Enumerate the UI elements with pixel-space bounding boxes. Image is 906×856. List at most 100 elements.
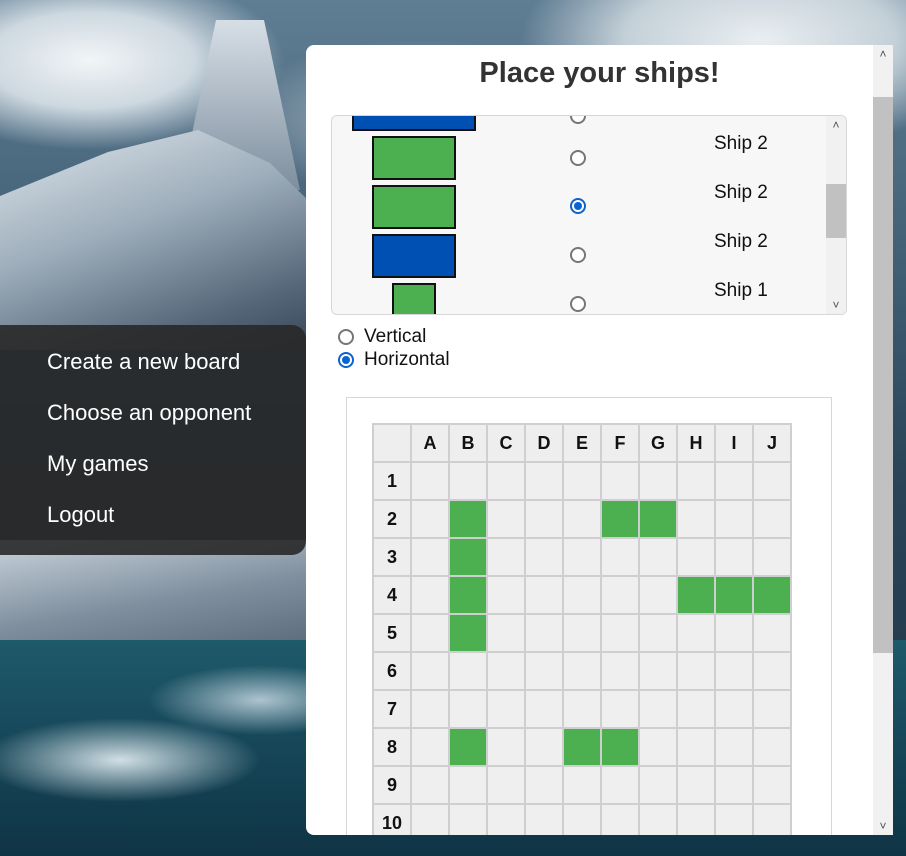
board-cell[interactable] bbox=[638, 537, 678, 577]
board-cell[interactable] bbox=[676, 499, 716, 539]
ship-radio-selected[interactable] bbox=[570, 198, 586, 214]
board-cell-ship[interactable] bbox=[638, 499, 678, 539]
board-cell[interactable] bbox=[410, 765, 450, 805]
board-cell[interactable] bbox=[676, 461, 716, 501]
board-cell[interactable] bbox=[524, 765, 564, 805]
board-cell[interactable] bbox=[524, 689, 564, 729]
board-cell[interactable] bbox=[600, 651, 640, 691]
ship-radio[interactable] bbox=[570, 116, 586, 124]
board-cell[interactable] bbox=[752, 651, 792, 691]
board-cell[interactable] bbox=[638, 651, 678, 691]
board-cell[interactable] bbox=[714, 803, 754, 835]
board-cell[interactable] bbox=[562, 613, 602, 653]
board-cell[interactable] bbox=[410, 727, 450, 767]
board-cell[interactable] bbox=[486, 461, 526, 501]
menu-item-logout[interactable]: Logout bbox=[47, 502, 114, 528]
scroll-up-arrow-icon[interactable]: ˄ bbox=[826, 116, 846, 134]
board-cell[interactable] bbox=[524, 803, 564, 835]
scroll-down-arrow-icon[interactable]: ˅ bbox=[873, 817, 893, 835]
board-cell[interactable] bbox=[524, 461, 564, 501]
board-cell-ship[interactable] bbox=[448, 575, 488, 615]
board-cell[interactable] bbox=[410, 803, 450, 835]
board-cell[interactable] bbox=[486, 689, 526, 729]
board-cell[interactable] bbox=[638, 575, 678, 615]
board-cell[interactable] bbox=[638, 613, 678, 653]
board-cell-ship[interactable] bbox=[752, 575, 792, 615]
board-cell[interactable] bbox=[562, 765, 602, 805]
board-cell[interactable] bbox=[410, 613, 450, 653]
scrollbar-thumb[interactable] bbox=[873, 97, 893, 653]
menu-item-my-games[interactable]: My games bbox=[47, 451, 148, 477]
board-cell-ship[interactable] bbox=[600, 727, 640, 767]
board-cell[interactable] bbox=[714, 689, 754, 729]
board-cell[interactable] bbox=[676, 803, 716, 835]
board-cell[interactable] bbox=[486, 765, 526, 805]
board-cell[interactable] bbox=[448, 651, 488, 691]
board-cell-ship[interactable] bbox=[448, 613, 488, 653]
board-cell[interactable] bbox=[486, 613, 526, 653]
board-cell[interactable] bbox=[676, 727, 716, 767]
board-cell[interactable] bbox=[524, 537, 564, 577]
menu-item-choose-opponent[interactable]: Choose an opponent bbox=[47, 400, 251, 426]
board-cell[interactable] bbox=[752, 765, 792, 805]
board-cell[interactable] bbox=[600, 765, 640, 805]
board-cell[interactable] bbox=[562, 575, 602, 615]
page-scrollbar[interactable]: ˄ ˅ bbox=[873, 45, 893, 835]
board-cell[interactable] bbox=[676, 613, 716, 653]
board-cell[interactable] bbox=[752, 461, 792, 501]
board-cell[interactable] bbox=[448, 461, 488, 501]
board-cell-ship[interactable] bbox=[448, 499, 488, 539]
board-cell[interactable] bbox=[600, 461, 640, 501]
board-cell[interactable] bbox=[752, 689, 792, 729]
board-cell[interactable] bbox=[600, 613, 640, 653]
board-cell-ship[interactable] bbox=[676, 575, 716, 615]
board-cell[interactable] bbox=[410, 499, 450, 539]
board-cell[interactable] bbox=[714, 765, 754, 805]
board-cell[interactable] bbox=[752, 499, 792, 539]
board-cell[interactable] bbox=[714, 651, 754, 691]
board-cell[interactable] bbox=[676, 765, 716, 805]
orientation-vertical-label[interactable]: Vertical bbox=[364, 326, 426, 348]
game-board[interactable]: A B C D E F G H I J 1 2 3 4 5 6 7 8 9 10 bbox=[372, 423, 792, 835]
board-cell[interactable] bbox=[410, 651, 450, 691]
board-cell[interactable] bbox=[638, 461, 678, 501]
board-cell[interactable] bbox=[410, 461, 450, 501]
menu-item-create-board[interactable]: Create a new board bbox=[47, 349, 240, 375]
board-cell[interactable] bbox=[638, 727, 678, 767]
board-cell[interactable] bbox=[524, 575, 564, 615]
ship-list[interactable]: Ship 2 Ship 2 Ship 2 Ship 1 ˄ ˅ bbox=[331, 115, 847, 315]
board-cell[interactable] bbox=[714, 499, 754, 539]
board-cell[interactable] bbox=[562, 803, 602, 835]
board-cell[interactable] bbox=[448, 803, 488, 835]
board-cell[interactable] bbox=[562, 499, 602, 539]
board-cell[interactable] bbox=[562, 651, 602, 691]
orientation-horizontal-label[interactable]: Horizontal bbox=[364, 349, 450, 371]
board-cell-ship[interactable] bbox=[448, 537, 488, 577]
board-cell[interactable] bbox=[410, 537, 450, 577]
board-cell[interactable] bbox=[714, 727, 754, 767]
board-cell[interactable] bbox=[448, 689, 488, 729]
board-cell[interactable] bbox=[752, 803, 792, 835]
board-cell[interactable] bbox=[486, 727, 526, 767]
board-cell[interactable] bbox=[410, 575, 450, 615]
board-cell[interactable] bbox=[676, 689, 716, 729]
board-cell[interactable] bbox=[600, 575, 640, 615]
board-cell[interactable] bbox=[752, 537, 792, 577]
board-cell[interactable] bbox=[752, 727, 792, 767]
board-cell-ship[interactable] bbox=[562, 727, 602, 767]
board-cell-ship[interactable] bbox=[448, 727, 488, 767]
board-cell[interactable] bbox=[562, 689, 602, 729]
board-cell-ship[interactable] bbox=[600, 499, 640, 539]
board-cell[interactable] bbox=[676, 537, 716, 577]
board-cell[interactable] bbox=[524, 613, 564, 653]
board-cell-ship[interactable] bbox=[714, 575, 754, 615]
scrollbar-thumb[interactable] bbox=[826, 184, 846, 238]
scroll-down-arrow-icon[interactable]: ˅ bbox=[826, 296, 846, 314]
ship-list-scrollbar[interactable]: ˄ ˅ bbox=[826, 116, 846, 314]
board-cell[interactable] bbox=[486, 499, 526, 539]
board-cell[interactable] bbox=[524, 499, 564, 539]
board-cell[interactable] bbox=[524, 651, 564, 691]
board-cell[interactable] bbox=[638, 765, 678, 805]
board-cell[interactable] bbox=[676, 651, 716, 691]
board-cell[interactable] bbox=[600, 537, 640, 577]
